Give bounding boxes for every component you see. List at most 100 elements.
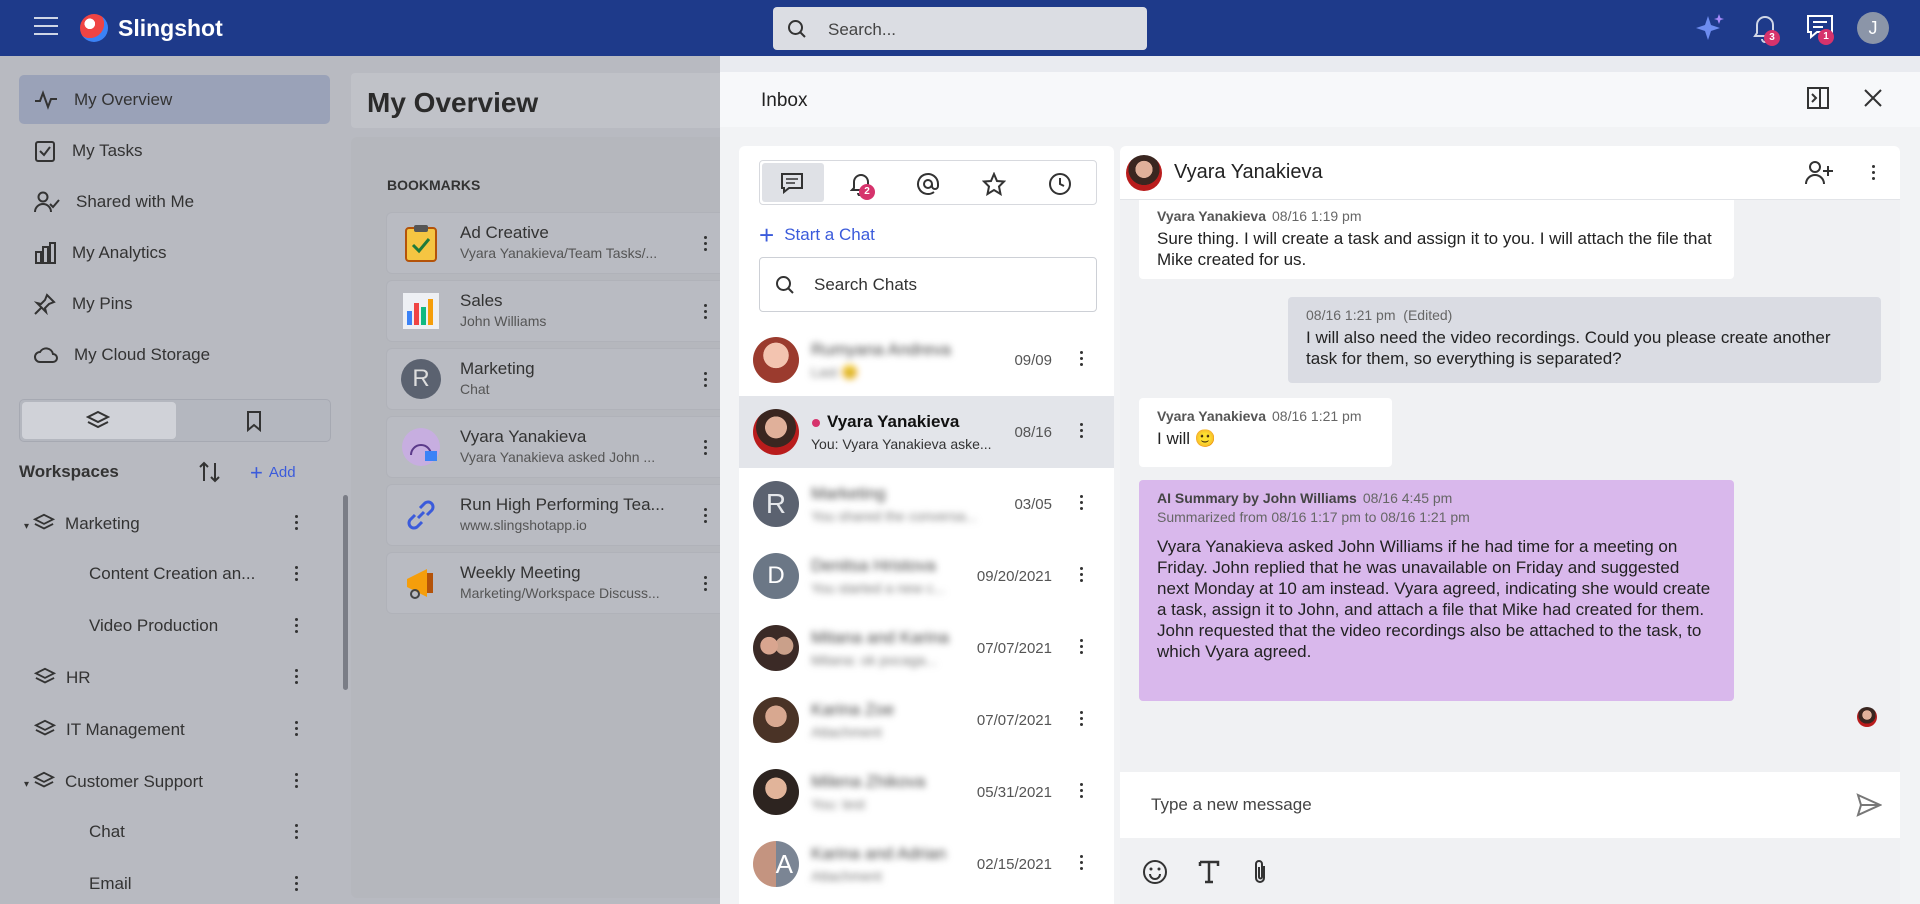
mention-at-icon[interactable] <box>916 172 940 196</box>
chat-list-panel: 2 + Start a Chat Search Chats Rumyana And… <box>739 146 1114 904</box>
more-options-icon[interactable] <box>295 566 299 582</box>
more-options-icon[interactable] <box>704 304 708 320</box>
sidebar-scrollbar[interactable] <box>343 495 348 690</box>
layers-icon <box>33 719 57 736</box>
bookmark-item[interactable]: Sales John Williams <box>387 281 727 341</box>
chat-preview: Last 😊 <box>811 364 859 380</box>
more-options-icon[interactable] <box>1080 639 1084 655</box>
search-chats-placeholder: Search Chats <box>814 275 917 294</box>
chat-list-item[interactable]: D Denitsa Hristova You started a new c..… <box>739 540 1114 612</box>
start-chat-button[interactable]: + Start a Chat <box>759 220 875 251</box>
summary-range: Summarized from 08/16 1:17 pm to 08/16 1… <box>1157 509 1470 525</box>
chat-list-item[interactable]: Rumyana Andreva Last 😊 09/09 <box>739 324 1114 396</box>
bookmark-item[interactable]: Weekly Meeting Marketing/Workspace Discu… <box>387 553 727 613</box>
chat-filter-tabs: 2 <box>759 160 1097 205</box>
tree-item-chat[interactable]: Chat <box>89 822 125 842</box>
add-workspace-button[interactable]: + Add <box>250 460 296 486</box>
history-clock-icon[interactable] <box>1048 172 1072 196</box>
activity-icon <box>35 89 57 110</box>
search-chats-input[interactable]: Search Chats <box>759 257 1097 312</box>
chat-preview: You shared the conversa... <box>811 508 978 524</box>
chat-list-item[interactable]: Karina Zoe Attachment 07/07/2021 <box>739 684 1114 756</box>
layers-icon <box>86 410 110 429</box>
message-text: Vyara Yanakieva asked John Williams if h… <box>1157 537 1711 661</box>
more-options-icon[interactable] <box>1080 711 1084 727</box>
more-options-icon[interactable] <box>704 508 708 524</box>
message-time: 08/16 4:45 pm <box>1362 490 1453 506</box>
message-text: I will also need the video recordings. C… <box>1306 328 1831 368</box>
more-options-icon[interactable] <box>1080 567 1084 583</box>
tree-item-video-production[interactable]: Video Production <box>89 616 218 636</box>
message-count-badge: 1 <box>1818 29 1834 45</box>
tree-label: HR <box>66 668 91 687</box>
close-icon[interactable] <box>1863 88 1883 108</box>
more-options-icon[interactable] <box>1872 165 1876 181</box>
bookmark-item[interactable]: Ad Creative Vyara Yanakieva/Team Tasks/.… <box>387 213 727 273</box>
chat-list-item[interactable]: R Marketing You shared the conversa... 0… <box>739 468 1114 540</box>
user-avatar[interactable]: J <box>1857 12 1889 44</box>
sidebar-item-my-overview[interactable]: My Overview <box>19 75 330 124</box>
more-options-icon[interactable] <box>1080 351 1084 367</box>
more-options-icon[interactable] <box>1080 423 1084 439</box>
bookmark-item[interactable]: Vyara Yanakieva Vyara Yanakieva asked Jo… <box>387 417 727 477</box>
more-options-icon[interactable] <box>295 824 299 840</box>
notification-tab-badge: 2 <box>859 184 875 200</box>
more-options-icon[interactable] <box>1080 783 1084 799</box>
more-options-icon[interactable] <box>704 440 708 456</box>
bookmark-subtitle: www.slingshotapp.io <box>460 517 587 533</box>
sidebar-item-shared-with-me[interactable]: Shared with Me <box>19 177 330 226</box>
star-icon[interactable] <box>982 172 1006 196</box>
hamburger-menu-icon[interactable] <box>34 17 58 37</box>
more-options-icon[interactable] <box>1080 855 1084 871</box>
sidebar-item-my-cloud-storage[interactable]: My Cloud Storage <box>19 330 330 379</box>
chat-name: Vyara Yanakieva <box>827 412 960 431</box>
emoji-icon[interactable] <box>1142 859 1168 885</box>
message-compose-input[interactable]: Type a new message <box>1120 772 1900 838</box>
chat-list-item-selected[interactable]: Vyara Yanakieva You: Vyara Yanakieva ask… <box>739 396 1114 468</box>
chat-name: Rumyana Andreva <box>811 340 951 359</box>
chat-list-item[interactable]: A Karina and Adrian Attachment 02/15/202… <box>739 828 1114 900</box>
bookmark-icon[interactable] <box>246 410 262 432</box>
sidebar-item-my-tasks[interactable]: My Tasks <box>19 126 330 175</box>
tree-item-content-creation[interactable]: Content Creation an... <box>89 564 255 584</box>
more-options-icon[interactable] <box>704 372 708 388</box>
more-options-icon[interactable] <box>295 876 299 892</box>
more-options-icon[interactable] <box>295 618 299 634</box>
chat-preview: Attachment <box>811 724 882 740</box>
global-search-input[interactable]: Search... <box>773 7 1147 50</box>
more-options-icon[interactable] <box>1080 495 1084 511</box>
more-options-icon[interactable] <box>295 515 299 531</box>
collapse-panel-icon[interactable] <box>1806 86 1830 110</box>
tree-item-it-management[interactable]: IT Management <box>33 719 185 740</box>
send-icon[interactable] <box>1856 793 1882 817</box>
inbox-panel: Inbox 2 + Start a Chat Search Chats Rumya… <box>720 72 1920 904</box>
more-options-icon[interactable] <box>704 576 708 592</box>
more-options-icon[interactable] <box>295 721 299 737</box>
conversation-header: Vyara Yanakieva <box>1120 146 1900 200</box>
more-options-icon[interactable] <box>704 236 708 252</box>
sidebar-item-my-pins[interactable]: My Pins <box>19 279 330 328</box>
chat-date: 09/20/2021 <box>976 568 1052 585</box>
add-user-icon[interactable] <box>1804 160 1834 186</box>
chat-date: 03/05 <box>1014 496 1052 513</box>
tree-item-marketing[interactable]: ▾ Marketing <box>24 513 140 534</box>
attachment-icon[interactable] <box>1250 858 1270 886</box>
sidebar-item-label: My Overview <box>74 89 173 109</box>
ai-summary-bubble: AI Summary by John Williams 08/16 4:45 pm… <box>1139 480 1734 701</box>
chat-list-item[interactable]: Milena Zhikova You: test 05/31/2021 <box>739 756 1114 828</box>
chat-avatar: D <box>753 553 799 599</box>
tree-item-customer-support[interactable]: ▾ Customer Support <box>24 771 203 792</box>
tree-label: Marketing <box>65 514 140 533</box>
tree-item-hr[interactable]: HR <box>33 667 91 688</box>
tree-item-email[interactable]: Email <box>89 874 132 894</box>
ai-sparkle-icon[interactable] <box>1694 12 1726 44</box>
sort-icon[interactable] <box>198 461 222 483</box>
chat-list-item[interactable]: Mitana and Karina Mitana: ok pocaga... 0… <box>739 612 1114 684</box>
chat-bubble-icon[interactable] <box>780 172 804 194</box>
more-options-icon[interactable] <box>295 773 299 789</box>
bookmark-item[interactable]: R Marketing Chat <box>387 349 727 409</box>
sidebar-item-my-analytics[interactable]: My Analytics <box>19 228 330 277</box>
text-format-icon[interactable] <box>1198 860 1220 884</box>
more-options-icon[interactable] <box>295 669 299 685</box>
bookmark-item[interactable]: Run High Performing Tea... www.slingshot… <box>387 485 727 545</box>
